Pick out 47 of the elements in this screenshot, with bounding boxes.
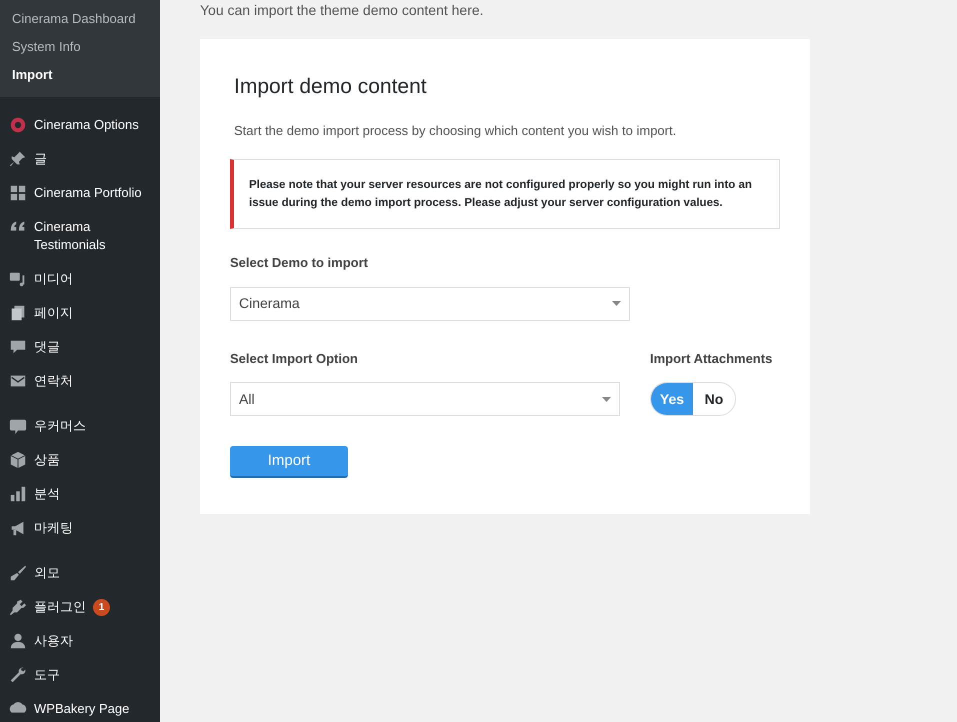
- comment-icon: [9, 338, 27, 356]
- menu-item[interactable]: Cinerama Options: [34, 116, 139, 134]
- menu-item[interactable]: Cinerama Portfolio: [34, 184, 142, 202]
- submenu-item[interactable]: Cinerama Dashboard: [0, 5, 160, 33]
- menu-item[interactable]: 마케팅: [34, 519, 73, 537]
- submenu-item[interactable]: System Info: [0, 33, 160, 61]
- dropdown-caret-icon: [602, 396, 611, 402]
- menu-item[interactable]: 연락처: [34, 372, 73, 390]
- field-label: Import Attachments: [650, 350, 772, 368]
- intro-text: You can import the theme demo content here.: [200, 1, 484, 19]
- import-option-select[interactable]: All: [230, 382, 620, 416]
- menu-item[interactable]: 댓글: [34, 338, 60, 356]
- pushpin-icon: [9, 150, 27, 168]
- menu-item[interactable]: 플러그인: [34, 598, 86, 616]
- demo-select[interactable]: Cinerama: [230, 286, 630, 320]
- woo-bubble-icon: [9, 417, 27, 435]
- card-description: Start the demo import process by choosing which content you wish to import.: [233, 122, 678, 140]
- ring-logo-icon: [9, 116, 27, 134]
- wrench-icon: [9, 666, 27, 684]
- menu-item[interactable]: 사용자: [34, 632, 73, 650]
- menu-item[interactable]: 글: [34, 150, 47, 168]
- menu-item[interactable]: 분석: [34, 485, 60, 503]
- menu-item[interactable]: 미디어: [34, 270, 73, 288]
- user-icon: [9, 632, 27, 650]
- notice-text: Please note that your server resources are not configured properly so you might run into an issue during the demo import process. Please adjust your server configuration values.: [249, 178, 753, 211]
- menu-item[interactable]: 페이지: [34, 304, 73, 322]
- dropdown-caret-icon: [612, 301, 621, 306]
- menu-item[interactable]: 외모: [34, 564, 60, 582]
- plug-icon: [9, 598, 27, 616]
- menu-item[interactable]: 상품: [34, 451, 60, 469]
- update-count-badge: 1: [93, 599, 110, 616]
- grid-icon: [9, 184, 27, 202]
- menu-item[interactable]: 도구: [34, 666, 60, 684]
- menu-item[interactable]: Cinerama Testimonials: [34, 218, 151, 254]
- card-title: Import demo content: [233, 74, 428, 100]
- field-label: Select Import Option: [230, 350, 359, 368]
- media-icon: [9, 270, 27, 288]
- bar-chart-icon: [9, 485, 27, 503]
- menu-item[interactable]: WPBakery Page: [34, 700, 130, 718]
- select-value: Cinerama: [239, 294, 300, 313]
- pages-icon: [9, 304, 27, 322]
- menu-item[interactable]: 우커머스: [34, 417, 86, 435]
- box-icon: [9, 451, 27, 469]
- select-value: All: [239, 390, 255, 408]
- field-label: Select Demo to import: [230, 254, 369, 272]
- paintbrush-icon: [9, 564, 27, 582]
- submenu-item[interactable]: Import: [0, 61, 160, 89]
